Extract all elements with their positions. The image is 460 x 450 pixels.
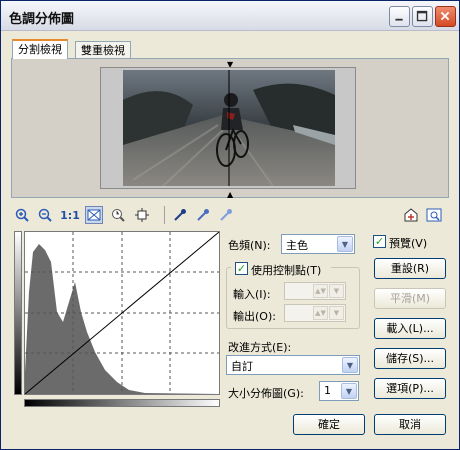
preview-checkbox-label: 預覽(V)	[389, 237, 428, 250]
chevron-down-icon: ▼	[342, 357, 358, 373]
split-marker-bottom-icon[interactable]: ▲	[227, 190, 233, 199]
channel-value: 主色	[286, 239, 308, 252]
fit-window-icon[interactable]	[85, 206, 103, 224]
size-value: 1	[324, 384, 331, 397]
close-icon	[440, 11, 450, 21]
maximize-icon	[416, 10, 428, 22]
zoom-in-icon[interactable]	[13, 206, 31, 224]
method-value: 自訂	[231, 360, 253, 373]
actual-size-button[interactable]: 1:1	[59, 206, 81, 224]
title-bar[interactable]: 色調分佈圖	[1, 1, 459, 31]
input-spinner: ▲▼ ▼	[284, 282, 346, 300]
options-button[interactable]: 選項(P)...	[374, 378, 446, 399]
histogram-dialog: 色調分佈圖 分割檢視 雙重檢視 ▼ ▲ 1:1 色頻(N): 主色 ▼ ✓ 預覽…	[0, 0, 460, 450]
white-point-eyedropper-icon[interactable]	[217, 206, 235, 224]
chevron-down-icon: ▼	[329, 306, 344, 320]
tab-dual-view[interactable]: 雙重檢視	[75, 41, 131, 59]
pan-icon[interactable]	[133, 206, 151, 224]
zoom-out-icon[interactable]	[36, 206, 54, 224]
chevron-down-icon: ▼	[329, 284, 344, 298]
use-control-points-label: 使用控制點(T)	[251, 264, 322, 277]
preview-frame	[100, 67, 356, 189]
preview-photo	[123, 70, 335, 186]
tab-split-view[interactable]: 分割檢視	[12, 39, 68, 59]
chevron-down-icon: ▼	[337, 236, 353, 252]
output-gradient-bar	[14, 231, 22, 395]
histogram-graph[interactable]	[24, 231, 220, 395]
spin-updown-icon: ▲▼	[313, 284, 328, 298]
preview-panel: ▼ ▲	[11, 58, 449, 199]
input-gradient-bar	[24, 399, 220, 407]
input-label: 輸入(I):	[233, 288, 271, 301]
toolbar-separator	[164, 206, 165, 224]
output-spinner: ▲▼ ▼	[284, 304, 346, 322]
histogram-curve	[24, 231, 220, 395]
chevron-down-icon: ▼	[341, 383, 357, 399]
maximize-button[interactable]	[412, 6, 433, 27]
gray-point-eyedropper-icon[interactable]	[194, 206, 212, 224]
minimize-icon	[395, 18, 403, 21]
reset-button[interactable]: 重設(R)	[374, 258, 446, 279]
channel-select[interactable]: 主色 ▼	[281, 234, 355, 254]
cancel-button[interactable]: 取消	[374, 414, 446, 435]
size-select[interactable]: 1 ▼	[319, 381, 359, 401]
output-label: 輸出(O):	[233, 310, 276, 323]
spin-updown-icon: ▲▼	[313, 306, 328, 320]
preview-window-icon[interactable]	[425, 206, 443, 224]
preview-checkbox[interactable]: ✓	[373, 235, 386, 248]
method-select[interactable]: 自訂 ▼	[226, 355, 360, 375]
save-button[interactable]: 儲存(S)...	[374, 348, 446, 369]
size-label: 大小分佈圖(G):	[228, 387, 304, 400]
use-control-points-checkbox[interactable]: ✓	[235, 262, 248, 275]
zoom-tool-icon[interactable]	[109, 206, 127, 224]
preview-image[interactable]	[123, 70, 335, 186]
black-point-eyedropper-icon[interactable]	[171, 206, 189, 224]
smooth-button[interactable]: 平滑(M)	[374, 288, 446, 309]
window-title: 色調分佈圖	[9, 12, 75, 27]
import-icon[interactable]	[402, 206, 420, 224]
method-label: 改進方式(E):	[228, 341, 292, 354]
ok-button[interactable]: 確定	[293, 414, 365, 435]
load-button[interactable]: 載入(L)...	[374, 318, 446, 339]
channel-label: 色頻(N):	[228, 239, 271, 252]
minimize-button[interactable]	[389, 6, 410, 27]
close-button[interactable]	[435, 6, 456, 27]
